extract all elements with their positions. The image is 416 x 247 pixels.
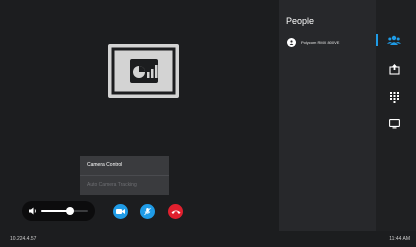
mute-toggle-button[interactable] — [140, 204, 155, 219]
people-panel: People Polycom RMX 800VE — [279, 0, 376, 231]
hang-up-button[interactable] — [168, 204, 183, 219]
content-share-tile — [108, 44, 179, 98]
display-tab-button[interactable] — [386, 116, 402, 132]
participant-name: Polycom RMX 800VE — [301, 39, 340, 45]
people-panel-title: People — [286, 16, 315, 26]
content-share-chart-icon — [111, 47, 176, 95]
microphone-muted-icon — [144, 207, 151, 216]
volume-slider-track[interactable] — [41, 207, 88, 215]
participant-list-item[interactable]: Polycom RMX 800VE — [287, 37, 339, 47]
right-toolbar — [376, 0, 416, 231]
participant-avatar — [287, 37, 296, 47]
share-content-icon — [388, 63, 400, 75]
active-tab-indicator — [376, 34, 378, 46]
display-icon — [388, 119, 400, 129]
ip-address: 10.224.4.57 — [10, 236, 37, 242]
volume-control[interactable] — [22, 201, 95, 221]
dialpad-tab-button[interactable] — [386, 89, 402, 105]
person-icon — [289, 39, 294, 45]
auto-camera-tracking-menu-item: Auto Camera Tracking — [87, 182, 137, 188]
video-camera-icon — [116, 209, 125, 214]
people-icon — [387, 35, 401, 45]
dialpad-icon — [389, 91, 399, 103]
people-tab-button[interactable] — [386, 32, 402, 48]
speaker-icon — [29, 207, 36, 215]
clock-time: 11:44 AM — [389, 236, 410, 242]
camera-menu: Camera Control Auto Camera Tracking — [80, 156, 169, 195]
video-toggle-button[interactable] — [113, 204, 128, 219]
video-stage: Camera Control Auto Camera Tracking — [0, 0, 279, 247]
status-bar: 10.224.4.57 11:44 AM — [0, 231, 416, 247]
share-content-tab-button[interactable] — [386, 61, 402, 77]
hang-up-icon — [171, 210, 180, 214]
camera-control-menu-item[interactable]: Camera Control — [80, 156, 169, 176]
volume-slider-thumb[interactable] — [66, 207, 75, 215]
